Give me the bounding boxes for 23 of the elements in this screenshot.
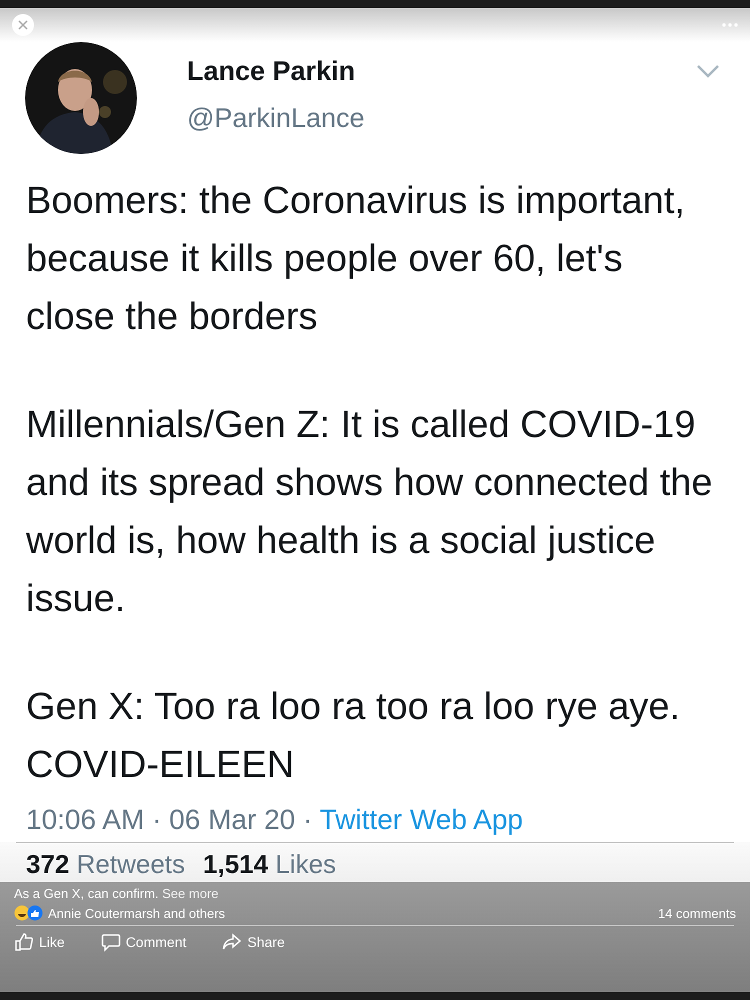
share-button[interactable]: Share (222, 932, 285, 952)
speech-bubble-icon (100, 932, 121, 952)
close-button[interactable] (12, 14, 34, 36)
thumbs-up-icon (14, 932, 34, 952)
source-link[interactable]: Twitter Web App (320, 804, 523, 835)
tweet-timestamp: 10:06 AM · 06 Mar 20 · (26, 804, 314, 835)
reaction-icons (14, 905, 44, 921)
chevron-down-icon[interactable] (696, 64, 720, 78)
share-arrow-icon (222, 932, 242, 952)
reactions-summary[interactable]: Annie Coutermarsh and others (48, 906, 654, 920)
tweet-paragraph: Boomers: the Coronavirus is important, because it kills people over 60, let's close the borders (26, 179, 686, 340)
post-caption: As a Gen X, can confirm. (14, 886, 159, 901)
retweet-count: 372 Retweets (26, 849, 186, 880)
tweet-paragraph: Millennials/Gen Z: It is called COVID-19 and its spread shows how connected the world is, how health is a social justice issue. (26, 403, 714, 622)
comment-button[interactable]: Comment (100, 932, 186, 952)
like-count: 1,514 Likes (203, 849, 336, 880)
tweet-paragraph: Gen X: Too ra loo ra too ra loo rye aye. COVID-EILEEN (26, 685, 682, 788)
author-handle: @ParkinLance (187, 103, 366, 134)
comment-count[interactable]: 14 comments (658, 906, 736, 920)
like-button[interactable]: Like (14, 932, 65, 952)
see-more-link[interactable]: See more (162, 886, 219, 901)
close-icon (18, 20, 28, 30)
author-name: Lance Parkin (187, 56, 356, 87)
